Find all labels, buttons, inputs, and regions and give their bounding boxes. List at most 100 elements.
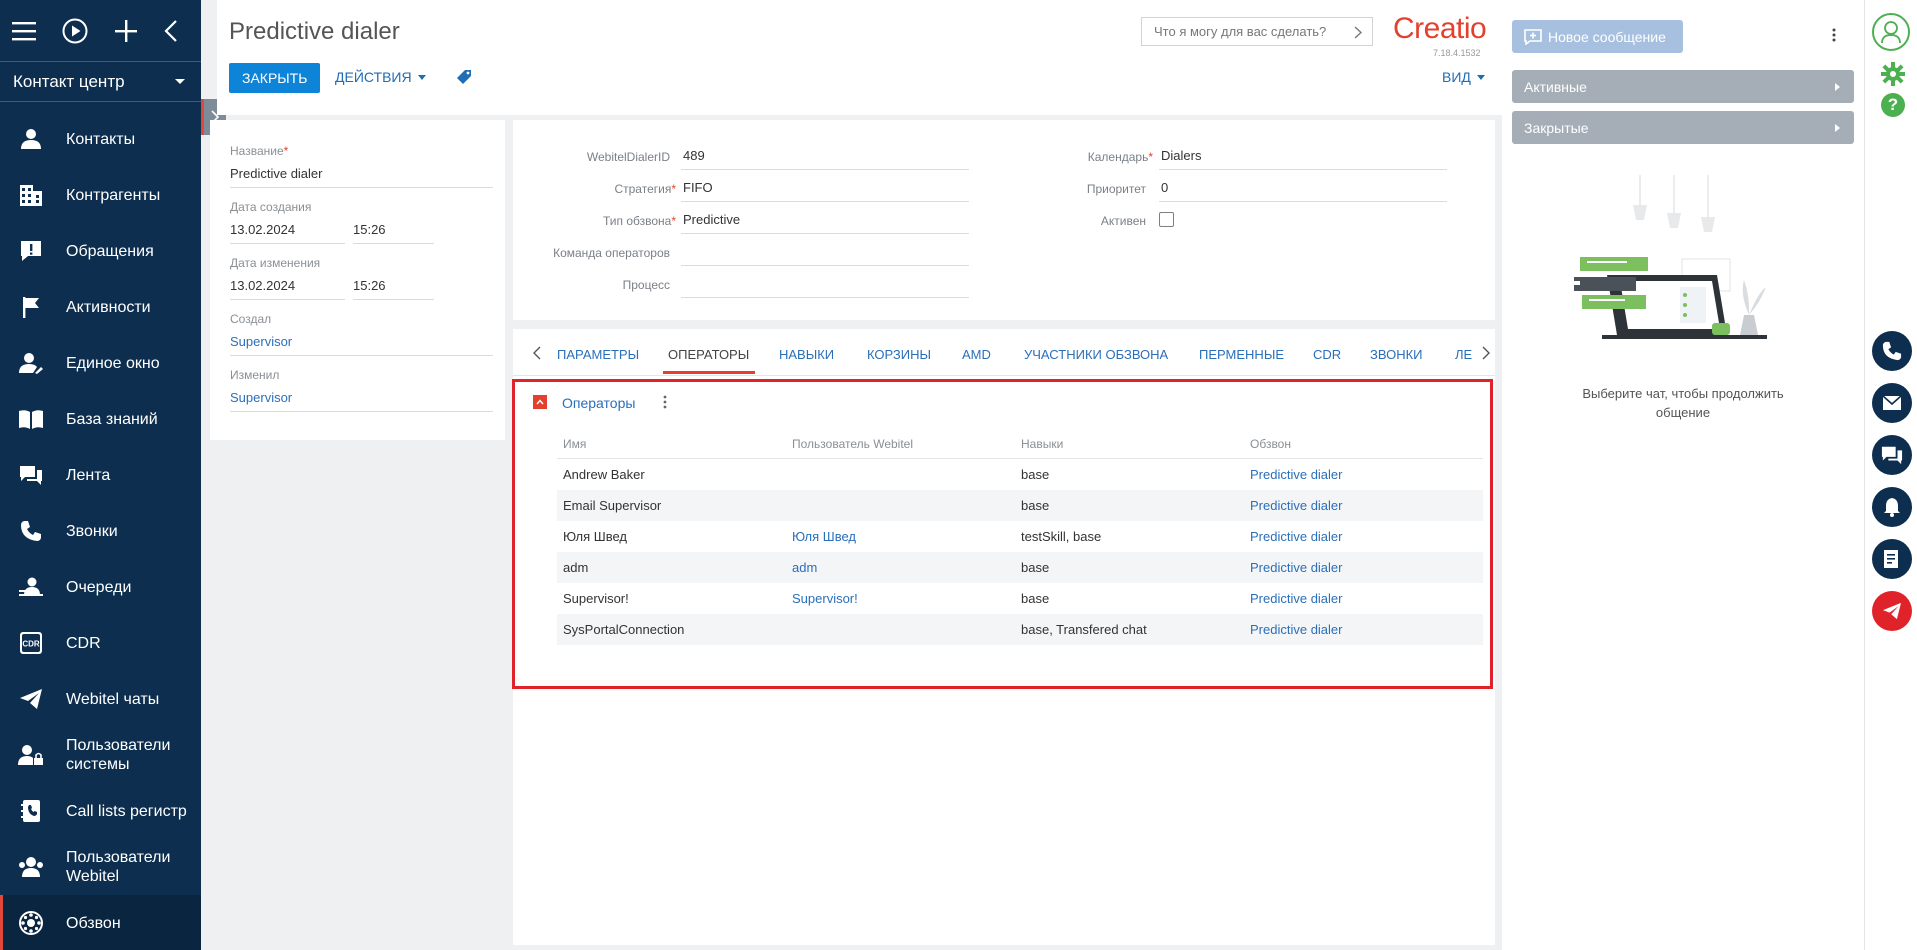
column-header-skills[interactable]: Навыки bbox=[1015, 437, 1244, 451]
sidebar-item-feed[interactable]: Лента bbox=[0, 447, 201, 503]
sidebar-item-cases[interactable]: Обращения bbox=[0, 223, 201, 279]
play-icon[interactable] bbox=[62, 18, 88, 44]
profile-avatar-icon[interactable] bbox=[1872, 13, 1910, 51]
process-field[interactable] bbox=[681, 276, 969, 298]
operator-skills: testSkill, base bbox=[1021, 529, 1102, 544]
strategy-field[interactable]: FIFO bbox=[681, 180, 969, 202]
search-input[interactable]: Что я могу для вас сделать? bbox=[1141, 17, 1373, 46]
plus-icon[interactable] bbox=[114, 18, 138, 44]
closed-chats-group[interactable]: Закрытые bbox=[1512, 111, 1854, 144]
tag-icon[interactable] bbox=[456, 69, 472, 88]
tab-skills[interactable]: НАВЫКИ bbox=[779, 347, 834, 362]
menu-icon[interactable] bbox=[12, 18, 36, 44]
sidebar-item-dialer[interactable]: Обзвон bbox=[0, 895, 201, 950]
calendar-field[interactable]: Dialers bbox=[1159, 148, 1447, 170]
person-icon bbox=[18, 126, 44, 152]
dialer-link[interactable]: Predictive dialer bbox=[1244, 622, 1483, 637]
tab-participants[interactable]: УЧАСТНИКИ ОБЗВОНА bbox=[1024, 347, 1168, 362]
gear-icon[interactable] bbox=[1881, 62, 1905, 89]
close-button[interactable]: ЗАКРЫТЬ bbox=[229, 63, 321, 93]
webitel-user-link[interactable]: adm bbox=[786, 560, 1015, 575]
sidebar-item-activities[interactable]: Активности bbox=[0, 279, 201, 335]
created-time-field[interactable]: 15:26 bbox=[353, 222, 434, 244]
column-header-name[interactable]: Имя bbox=[557, 437, 786, 451]
modified-label: Дата изменения bbox=[230, 256, 321, 270]
new-chat-icon bbox=[1524, 28, 1542, 45]
dialer-link[interactable]: Predictive dialer bbox=[1244, 467, 1483, 482]
modified-by-link[interactable]: Supervisor bbox=[230, 390, 493, 412]
tab-variables[interactable]: ПЕРМЕННЫЕ bbox=[1199, 347, 1284, 362]
search-placeholder: Что я могу для вас сделать? bbox=[1154, 24, 1327, 39]
dialer-link[interactable]: Predictive dialer bbox=[1244, 529, 1483, 544]
chevron-down-icon bbox=[175, 79, 185, 84]
created-by-link[interactable]: Supervisor bbox=[230, 334, 493, 356]
column-header-dialer[interactable]: Обзвон bbox=[1244, 437, 1483, 451]
sidebar-item-knowledge-base[interactable]: База знаний bbox=[0, 391, 201, 447]
chevron-left-icon[interactable] bbox=[533, 346, 541, 363]
dialer-link[interactable]: Predictive dialer bbox=[1244, 560, 1483, 575]
sidebar-item-call-lists[interactable]: Call lists регистр bbox=[0, 783, 201, 839]
table-row[interactable]: Supervisor! Supervisor! base Predictive … bbox=[557, 583, 1483, 614]
more-options-icon[interactable] bbox=[1832, 28, 1836, 45]
active-checkbox[interactable] bbox=[1159, 212, 1174, 227]
operators-detail-title[interactable]: Операторы bbox=[562, 395, 635, 411]
tab-operators[interactable]: ОПЕРАТОРЫ bbox=[668, 347, 749, 362]
dialer-link[interactable]: Predictive dialer bbox=[1244, 498, 1483, 513]
table-row[interactable]: adm adm base Predictive dialer bbox=[557, 552, 1483, 583]
table-row[interactable]: Andrew Baker base Predictive dialer bbox=[557, 459, 1483, 490]
webitel-user-link[interactable]: Юля Швед bbox=[786, 529, 1015, 544]
more-options-icon[interactable] bbox=[663, 395, 667, 412]
column-header-webitel-user[interactable]: Пользователь Webitel bbox=[786, 437, 1015, 451]
sidebar-item-single-window[interactable]: Единое окно bbox=[0, 335, 201, 391]
collapse-detail-button[interactable] bbox=[533, 395, 547, 409]
sidebar-item-contacts[interactable]: Контакты bbox=[0, 111, 201, 167]
chevron-right-icon[interactable] bbox=[1354, 26, 1363, 42]
sidebar-item-webitel-chats[interactable]: Webitel чаты bbox=[0, 671, 201, 727]
notifications-button[interactable] bbox=[1872, 487, 1912, 527]
table-row[interactable]: SysPortalConnection base, Transfered cha… bbox=[557, 614, 1483, 645]
modified-time-field[interactable]: 15:26 bbox=[353, 278, 434, 300]
created-date-field[interactable]: 13.02.2024 bbox=[230, 222, 345, 244]
sidebar-item-cdr[interactable]: CDR CDR bbox=[0, 615, 201, 671]
actions-button[interactable]: ДЕЙСТВИЯ bbox=[335, 69, 426, 85]
active-chats-group[interactable]: Активные bbox=[1512, 70, 1854, 103]
sidebar-item-accounts[interactable]: Контрагенты bbox=[0, 167, 201, 223]
tab-parameters[interactable]: ПАРАМЕТРЫ bbox=[557, 347, 639, 362]
chevron-right-icon[interactable] bbox=[1479, 346, 1490, 363]
created-label: Дата создания bbox=[230, 200, 312, 214]
webitel-user-link[interactable]: Supervisor! bbox=[786, 591, 1015, 606]
bell-icon bbox=[1884, 498, 1900, 517]
priority-field[interactable]: 0 bbox=[1159, 180, 1447, 202]
view-label: ВИД bbox=[1442, 69, 1471, 85]
tab-truncated[interactable]: ЛЕ bbox=[1455, 347, 1472, 362]
tab-cdr[interactable]: CDR bbox=[1313, 347, 1341, 362]
sidebar-item-webitel-users[interactable]: Пользователи Webitel bbox=[0, 839, 201, 895]
workspace-selector[interactable]: Контакт центр bbox=[0, 62, 201, 102]
feed-button[interactable] bbox=[1872, 539, 1912, 579]
modified-date-field[interactable]: 13.02.2024 bbox=[230, 278, 345, 300]
flag-icon bbox=[18, 294, 44, 320]
email-button[interactable] bbox=[1872, 383, 1912, 423]
chats-button[interactable] bbox=[1872, 435, 1912, 475]
table-row[interactable]: Юля Швед Юля Швед testSkill, base Predic… bbox=[557, 521, 1483, 552]
tab-buckets[interactable]: КОРЗИНЫ bbox=[867, 347, 931, 362]
sidebar-item-label: Очереди bbox=[66, 578, 132, 596]
view-button[interactable]: ВИД bbox=[1442, 69, 1485, 85]
webitel-send-button[interactable] bbox=[1872, 591, 1912, 631]
sidebar-item-queues[interactable]: Очереди bbox=[0, 559, 201, 615]
phone-call-button[interactable] bbox=[1872, 331, 1912, 371]
new-message-button[interactable]: Новое сообщение bbox=[1512, 20, 1683, 53]
dialer-link[interactable]: Predictive dialer bbox=[1244, 591, 1483, 606]
chevron-left-icon[interactable] bbox=[164, 18, 178, 44]
tab-calls[interactable]: ЗВОНКИ bbox=[1370, 347, 1423, 362]
tab-amd[interactable]: AMD bbox=[962, 347, 991, 362]
sidebar-item-system-users[interactable]: Пользователи системы bbox=[0, 727, 201, 783]
dialer-id-field[interactable]: 489 bbox=[681, 148, 969, 170]
sidebar-item-calls[interactable]: Звонки bbox=[0, 503, 201, 559]
operator-name: Юля Швед bbox=[563, 529, 627, 544]
operator-team-field[interactable] bbox=[681, 244, 969, 266]
help-icon[interactable]: ? bbox=[1881, 93, 1905, 117]
table-row[interactable]: Email Supervisor base Predictive dialer bbox=[557, 490, 1483, 521]
dialing-type-field[interactable]: Predictive bbox=[681, 212, 969, 234]
name-field[interactable]: Predictive dialer bbox=[230, 166, 493, 188]
